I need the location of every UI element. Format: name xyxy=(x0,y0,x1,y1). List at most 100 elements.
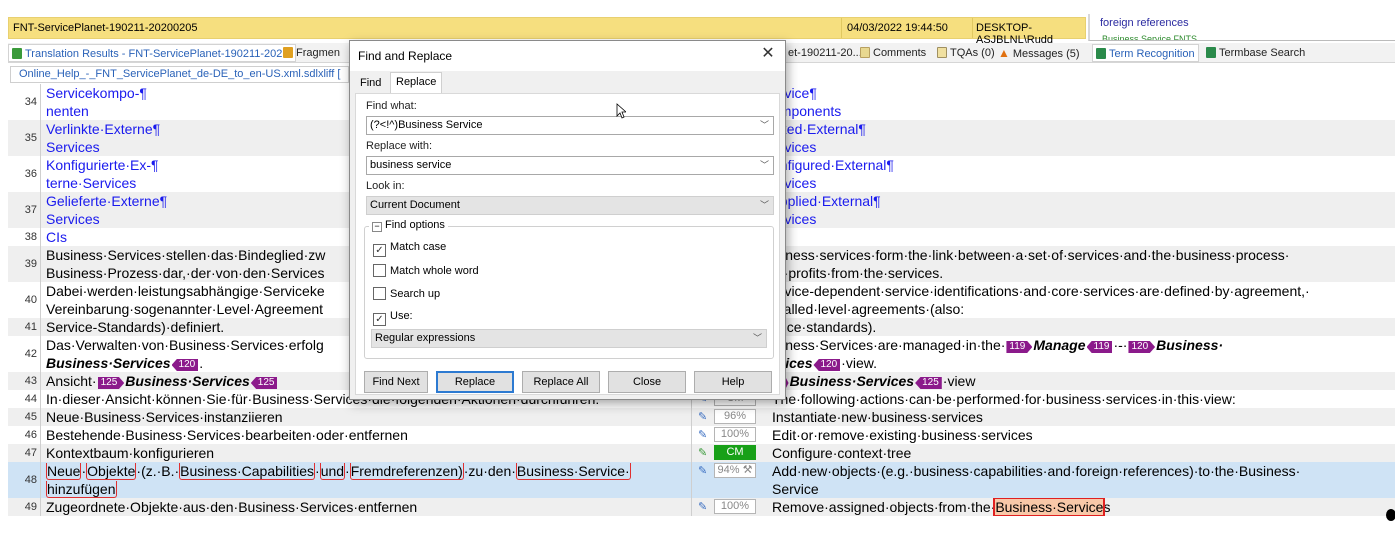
segment-row[interactable]: 47 Kontextbaum·konfigurieren ✎ CM Configu… xyxy=(8,444,1395,462)
spelling-flag[interactable]: Business·Capabilities xyxy=(179,463,316,480)
target-text[interactable]: The·following·actions·can·be·performed·f… xyxy=(772,390,1392,408)
source-fragment: (z.·B.· xyxy=(141,463,180,479)
chevron-down-icon[interactable]: ﹀ xyxy=(753,330,762,347)
tab-concordance[interactable]: et-190211-20... xyxy=(788,44,862,62)
segment-row[interactable]: 49 Zugeordnete·Objekte·aus·den·Business·… xyxy=(8,498,1395,516)
close-icon[interactable]: ✕ xyxy=(759,45,777,63)
chevron-down-icon[interactable]: ﹀ xyxy=(760,157,769,174)
tab-term-recognition[interactable]: Term Recognition xyxy=(1092,44,1199,62)
replace-with-input[interactable]: business service ﹀ xyxy=(366,156,774,175)
segment-number: 37 xyxy=(8,192,41,228)
source-text[interactable]: Bestehende·Business·Services·bearbeiten·… xyxy=(46,426,686,444)
closing-tag[interactable]: 125 xyxy=(250,377,278,389)
target-text[interactable]: isiness·Services·are·managed·in·the· 119 M… xyxy=(772,336,1392,372)
closing-tag[interactable]: 120 xyxy=(171,359,199,371)
term-entry[interactable]: foreign references xyxy=(1100,17,1189,29)
target-text[interactable]: ervice-dependent·service·identifications… xyxy=(772,282,1392,318)
tab-find[interactable]: Find xyxy=(355,74,386,93)
use-checkbox[interactable]: ✓ Use: xyxy=(373,310,413,326)
search-up-checkbox[interactable]: Search up xyxy=(373,287,440,300)
source-line: Services xyxy=(46,139,100,155)
target-text[interactable]: rvice·standards). xyxy=(772,318,1392,336)
segment-row[interactable]: 45 Neue·Business·Services·instanziieren … xyxy=(8,408,1395,426)
checkbox-checked[interactable]: ✓ xyxy=(373,244,386,257)
chevron-down-icon[interactable]: ﹀ xyxy=(760,117,769,134)
tab-termbase-search[interactable]: Termbase Search xyxy=(1206,44,1305,62)
pencil-icon: ✎ xyxy=(698,429,708,441)
target-text[interactable]: onfigured·External¶ ervices xyxy=(772,156,1392,192)
look-in-select[interactable]: Current Document ﹀ xyxy=(366,196,774,215)
closing-tag[interactable]: 119 xyxy=(1086,341,1113,353)
spelling-flag[interactable]: und xyxy=(319,463,346,480)
tab-translation-results[interactable]: Translation Results - FNT-ServicePlanet-… xyxy=(8,44,296,62)
spelling-flag[interactable]: Fremdreferenzen) xyxy=(349,463,464,480)
spelling-flag[interactable]: Neue xyxy=(46,463,82,480)
close-button[interactable]: Close xyxy=(608,371,686,393)
use-mode-select[interactable]: Regular expressions ﹀ xyxy=(371,329,767,348)
tab-messages[interactable]: ▲ Messages (5) xyxy=(998,44,1080,62)
target-text[interactable]: upplied·External¶ ervices xyxy=(772,192,1392,228)
match-whole-word-checkbox[interactable]: Match whole word xyxy=(373,264,479,277)
term-recognition-icon xyxy=(1096,48,1106,59)
opening-tag[interactable]: 125 xyxy=(97,377,125,389)
document-tab[interactable]: Online_Help_-_FNT_ServicePlanet_de-DE_to… xyxy=(10,66,350,83)
segment-number: 35 xyxy=(8,120,41,156)
collapse-icon[interactable]: − xyxy=(372,222,382,232)
find-next-button[interactable]: Find Next xyxy=(364,371,428,393)
checkbox-unchecked[interactable] xyxy=(373,287,386,300)
target-text[interactable]: Instantiate·new·business·services xyxy=(772,408,1392,426)
divider xyxy=(841,18,842,38)
replace-all-button[interactable]: Replace All xyxy=(522,371,600,393)
segment-row[interactable]: 46 Bestehende·Business·Services·bearbeit… xyxy=(8,426,1395,444)
source-text[interactable]: Neue·Business·Services·instanziieren xyxy=(46,408,686,426)
source-text[interactable]: Neue·Objekte·(z.·B.·Business·Capabilitie… xyxy=(46,462,686,498)
segment-row-selected[interactable]: 48 Neue·Objekte·(z.·B.·Business·Capabili… xyxy=(8,462,1395,498)
find-options-group: − Find options ✓ Match case Match whole wo… xyxy=(364,219,774,359)
find-what-input[interactable]: (?<!^)Business Service ﹀ xyxy=(366,116,774,135)
target-text[interactable]: s xyxy=(772,228,1392,246)
target-text[interactable]: Add·new·objects·(e.g.·business·capabilit… xyxy=(772,462,1392,498)
target-text[interactable]: Edit·or·remove·existing·business·service… xyxy=(772,426,1392,444)
checkbox-checked[interactable]: ✓ xyxy=(373,313,386,326)
segment-number: 46 xyxy=(8,426,41,444)
target-text[interactable]: 5Business·Services125·view xyxy=(772,372,1392,390)
closing-tag[interactable]: 120 xyxy=(813,359,841,371)
comments-icon xyxy=(860,47,870,58)
segment-number: 40 xyxy=(8,282,41,318)
target-line: nked·External¶ xyxy=(772,121,866,137)
segment-number: 45 xyxy=(8,408,41,426)
divider xyxy=(972,18,973,38)
dialog-body: Find Replace Find what: (?<!^)Business S… xyxy=(350,71,785,399)
opening-tag[interactable]: 120 xyxy=(1128,341,1156,353)
tab-label: Comments xyxy=(873,47,927,59)
match-case-checkbox[interactable]: ✓ Match case xyxy=(373,241,446,257)
target-text[interactable]: isiness·services·form·the·link·between·a… xyxy=(772,246,1392,282)
spelling-flag[interactable]: hinzufügen xyxy=(46,481,117,498)
tab-fragment[interactable]: Fragmen xyxy=(283,44,340,62)
source-text[interactable]: Zugeordnete·Objekte·aus·den·Business·Ser… xyxy=(46,498,686,516)
tab-tqas[interactable]: TQAs (0) xyxy=(937,44,995,62)
opening-tag[interactable]: 119 xyxy=(1006,341,1033,353)
segment-number: 34 xyxy=(8,84,41,120)
replace-button[interactable]: Replace xyxy=(436,371,514,393)
match-score: 94% ⚒ xyxy=(714,463,756,478)
help-button[interactable]: Help xyxy=(694,371,772,393)
source-line: terne·Services xyxy=(46,175,137,191)
closing-tag[interactable]: 125 xyxy=(915,377,942,389)
spelling-flag[interactable]: Business·Service· xyxy=(515,463,631,480)
target-text[interactable]: Configure·context·tree xyxy=(772,444,1392,462)
score-value: 94% xyxy=(717,464,740,476)
checkbox-unchecked[interactable] xyxy=(373,264,386,277)
tab-label: Messages (5) xyxy=(1012,48,1080,60)
spelling-flag[interactable]: Objekte xyxy=(86,463,137,480)
target-text[interactable]: ervice¶ omponents xyxy=(772,84,1392,120)
wrench-icon: ⚒ xyxy=(742,464,753,476)
target-text-tail: s xyxy=(1103,499,1111,515)
tab-replace[interactable]: Replace xyxy=(390,72,443,94)
tab-comments[interactable]: Comments xyxy=(860,44,926,62)
find-options-label: Find options xyxy=(385,219,445,231)
target-text[interactable]: Remove·assigned·objects·from·the·Busines… xyxy=(772,498,1392,516)
target-text[interactable]: nked·External¶ ervices xyxy=(772,120,1392,156)
source-text[interactable]: Kontextbaum·konfigurieren xyxy=(46,444,686,462)
find-options-header[interactable]: − Find options xyxy=(369,219,448,232)
